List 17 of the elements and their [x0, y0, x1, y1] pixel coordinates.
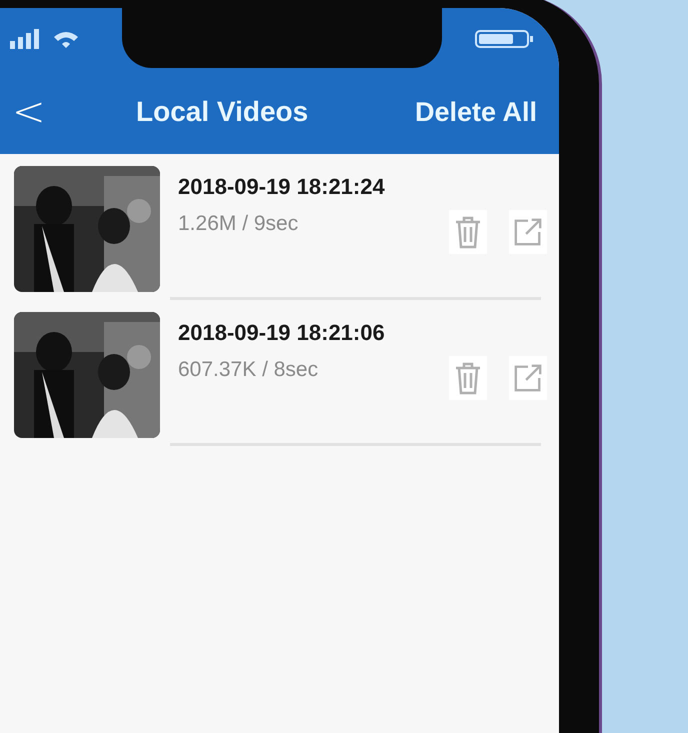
export-icon [513, 362, 543, 394]
video-title: 2018-09-19 18:21:06 [178, 320, 386, 346]
trash-icon [454, 361, 482, 395]
share-button[interactable] [509, 210, 547, 254]
export-icon [513, 216, 543, 248]
signal-icon [10, 29, 80, 49]
battery-icon [475, 29, 535, 49]
delete-all-button[interactable]: Delete All [414, 96, 537, 128]
delete-button[interactable] [449, 356, 487, 400]
share-button[interactable] [509, 356, 547, 400]
screen-title: Local Videos [136, 96, 308, 128]
delete-button[interactable] [449, 210, 487, 254]
back-button[interactable]: < [8, 89, 48, 135]
video-title: 2018-09-19 18:21:24 [178, 174, 386, 200]
video-info: 607.37K / 8sec [178, 358, 320, 382]
trash-icon [454, 215, 482, 249]
video-info: 1.26M / 9sec [178, 212, 300, 236]
